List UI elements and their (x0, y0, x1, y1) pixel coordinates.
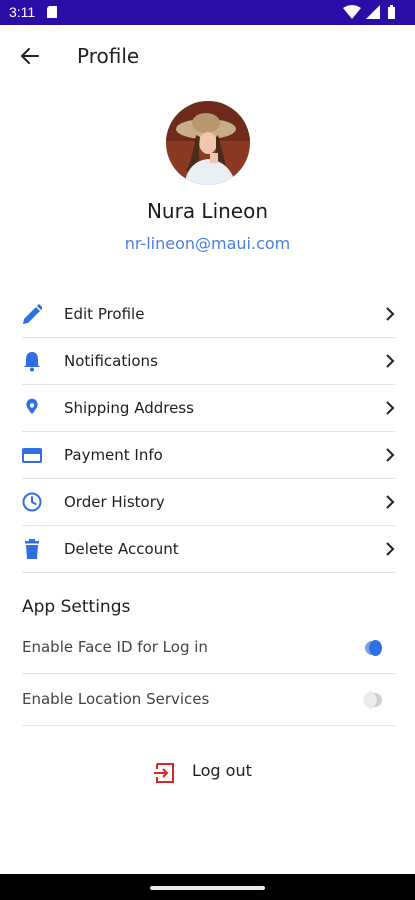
setting-label: Enable Location Services (22, 690, 210, 708)
trash-icon (25, 539, 39, 559)
chevron-right-icon (386, 354, 395, 368)
menu-item-order-history[interactable]: Order History (22, 479, 395, 526)
system-nav-bar (0, 874, 415, 900)
chevron-right-icon (386, 401, 395, 415)
user-email[interactable]: nr-lineon@maui.com (0, 234, 415, 253)
app-settings-list: Enable Face ID for Log in Enable Locatio… (22, 622, 395, 726)
menu-item-label: Edit Profile (64, 305, 145, 323)
chevron-right-icon (386, 542, 395, 556)
location-services-toggle[interactable] (364, 692, 382, 708)
menu-item-edit-profile[interactable]: Edit Profile (22, 291, 395, 338)
logout-label: Log out (192, 761, 252, 780)
header: Profile (0, 25, 415, 87)
battery-icon (388, 5, 395, 19)
menu-item-delete-account[interactable]: Delete Account (22, 526, 395, 573)
setting-face-id: Enable Face ID for Log in (22, 622, 395, 674)
menu-item-shipping-address[interactable]: Shipping Address (22, 385, 395, 432)
map-pin-icon (26, 398, 38, 414)
status-time: 3:11 (9, 4, 36, 20)
setting-label: Enable Face ID for Log in (22, 638, 208, 656)
app-settings-title: App Settings (22, 597, 131, 617)
chevron-right-icon (386, 448, 395, 462)
menu-item-label: Order History (64, 493, 165, 511)
sd-card-icon (47, 6, 57, 18)
back-arrow-icon[interactable] (18, 44, 42, 68)
face-id-toggle[interactable] (365, 640, 382, 656)
clock-icon (22, 492, 42, 512)
profile-menu: Edit Profile Notifications Shipping Addr… (22, 291, 395, 573)
menu-item-payment-info[interactable]: Payment Info (22, 432, 395, 479)
menu-item-label: Delete Account (64, 540, 179, 558)
signal-icon (366, 5, 380, 19)
user-name: Nura Lineon (146, 199, 269, 223)
menu-item-label: Shipping Address (64, 399, 194, 417)
chevron-right-icon (386, 307, 395, 321)
status-icons (343, 5, 395, 19)
page-title: Profile (77, 44, 140, 68)
menu-item-label: Payment Info (64, 446, 163, 464)
pencil-icon (23, 304, 42, 324)
chevron-right-icon (386, 495, 395, 509)
menu-item-label: Notifications (64, 352, 158, 370)
bell-icon (24, 352, 40, 372)
home-indicator[interactable] (150, 886, 265, 890)
setting-location-services: Enable Location Services (22, 674, 395, 726)
credit-card-icon (22, 448, 42, 463)
status-bar: 3:11 (0, 0, 415, 25)
wifi-icon (343, 5, 361, 19)
logout-button[interactable]: Log out (153, 759, 263, 785)
menu-item-notifications[interactable]: Notifications (22, 338, 395, 385)
avatar (166, 101, 250, 185)
logout-icon (154, 763, 174, 783)
